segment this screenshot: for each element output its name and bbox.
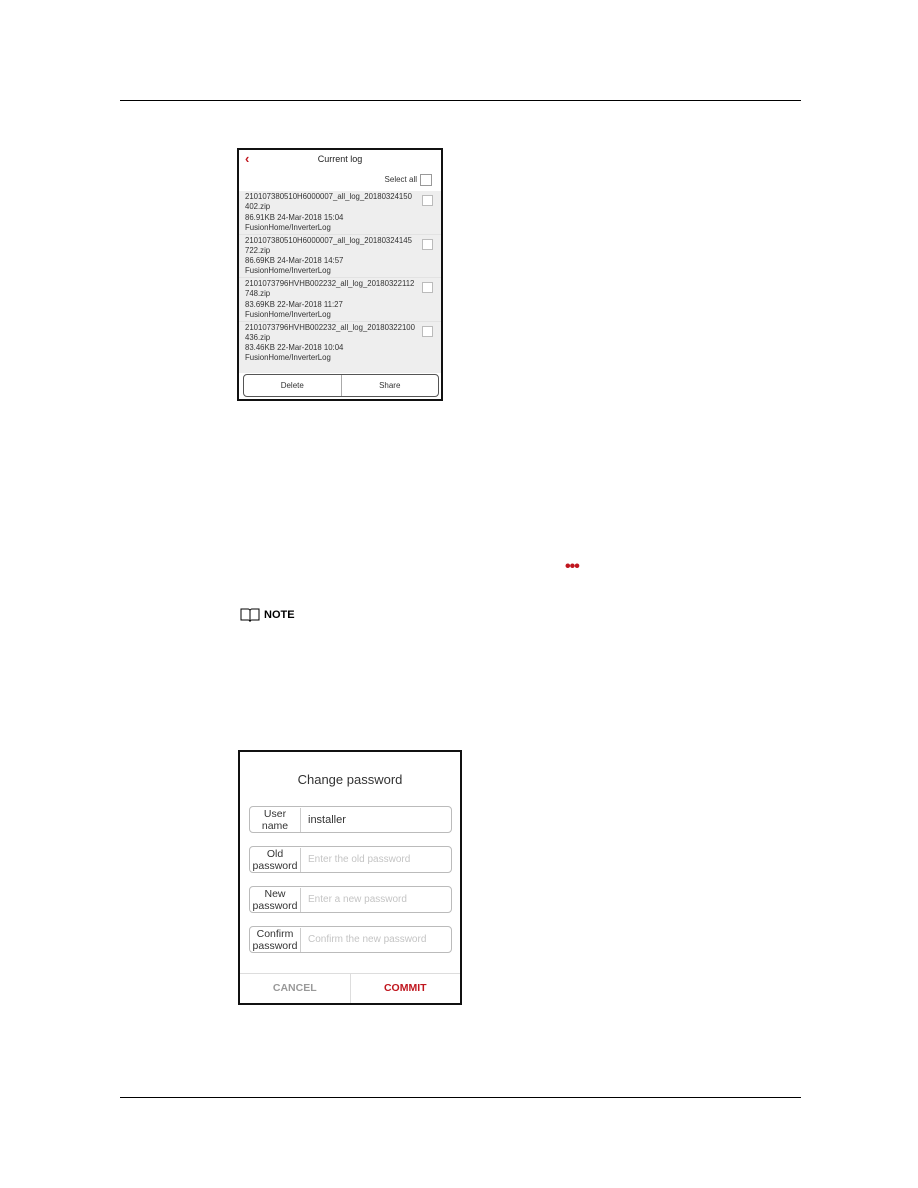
file-name: 210107380510H6000007_all_log_20180324150	[245, 192, 412, 201]
field-label: Old password	[250, 847, 301, 872]
select-all-checkbox[interactable]	[420, 174, 432, 186]
file-path: FusionHome/InverterLog	[245, 266, 331, 276]
file-meta: 83.46KB 22-Mar-2018 10:04	[245, 343, 344, 353]
dialog-buttons: CANCEL COMMIT	[240, 973, 460, 1003]
file-meta: 86.69KB 24-Mar-2018 14:57	[245, 256, 344, 266]
more-dots-icon: •••	[565, 558, 580, 575]
cancel-button[interactable]: CANCEL	[240, 974, 350, 1003]
title-bar: ‹ Current log	[239, 150, 441, 169]
commit-button[interactable]: COMMIT	[349, 974, 461, 1003]
change-password-screenshot: Change password Username Oldpassword New…	[238, 750, 462, 1005]
book-icon	[240, 608, 260, 622]
old-password-field[interactable]: Old password	[249, 846, 452, 873]
item-checkbox[interactable]	[422, 195, 433, 206]
file-path: FusionHome/InverterLog	[245, 222, 331, 232]
file-name-cont: 722.zip	[245, 245, 271, 255]
list-item[interactable]: 2101073796HVHB002232_all_log_20180322112…	[239, 278, 441, 322]
file-name-cont: 436.zip	[245, 332, 271, 342]
new-password-field[interactable]: New password	[249, 886, 452, 913]
file-name: 2101073796HVHB002232_all_log_20180322100	[245, 322, 415, 332]
delete-button[interactable]: Delete	[244, 375, 341, 396]
select-all-row[interactable]: Select all	[239, 169, 441, 191]
file-name-cont: 748.zip	[245, 289, 271, 299]
header-rule	[120, 100, 801, 101]
list-item[interactable]: 210107380510H6000007_all_log_20180324150…	[239, 191, 441, 235]
item-checkbox[interactable]	[422, 325, 433, 337]
list-item[interactable]: 210107380510H6000007_all_log_20180324145…	[239, 235, 441, 278]
share-button[interactable]: Share	[340, 375, 439, 396]
confirm-password-input[interactable]	[301, 933, 440, 946]
old-password-input[interactable]	[301, 853, 440, 866]
confirm-password-field[interactable]: Confirm password	[249, 926, 452, 953]
document-page: ‹ Current log Select all 210107380510H60…	[0, 0, 918, 1188]
file-name: 210107380510H6000007_all_log_20180324145	[245, 235, 412, 245]
screen-title: Current log	[317, 154, 363, 164]
item-checkbox[interactable]	[422, 282, 433, 293]
action-bar: Delete Share	[243, 374, 439, 397]
username-input[interactable]	[301, 812, 440, 827]
list-item[interactable]: 2101073796HVHB002232_all_log_20180322100…	[239, 322, 441, 365]
username-field[interactable]: User name	[249, 806, 452, 833]
file-meta: 83.69KB 22-Mar-2018 11:27	[245, 299, 343, 309]
footer-rule	[120, 1097, 801, 1098]
new-password-input[interactable]	[301, 893, 440, 906]
select-all-label: Select all	[384, 175, 417, 184]
note-heading: NOTE	[240, 608, 295, 622]
chevron-left-icon[interactable]: ‹	[245, 150, 249, 167]
log-list: 210107380510H6000007_all_log_20180324150…	[239, 191, 441, 373]
file-name: 2101073796HVHB002232_all_log_20180322112	[245, 279, 415, 288]
note-label: NOTE	[264, 609, 295, 621]
field-label: User name	[250, 807, 301, 832]
current-log-screenshot: ‹ Current log Select all 210107380510H60…	[237, 148, 443, 401]
file-path: FusionHome/InverterLog	[245, 309, 331, 319]
file-path: FusionHome/InverterLog	[245, 353, 331, 363]
dialog-title: Change password	[297, 772, 403, 787]
field-label: New password	[250, 887, 301, 912]
item-checkbox[interactable]	[422, 238, 433, 250]
field-label: Confirm password	[250, 927, 301, 952]
file-meta: 86.91KB 24-Mar-2018 15:04	[245, 212, 344, 222]
file-name-cont: 402.zip	[245, 202, 271, 212]
